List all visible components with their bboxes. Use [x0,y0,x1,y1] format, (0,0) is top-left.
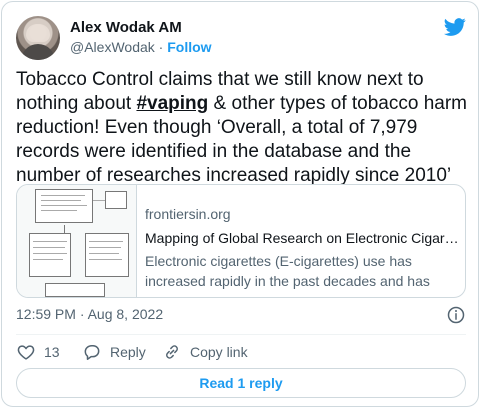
article-thumbnail [17,185,137,297]
divider [16,334,466,335]
link-domain: frontiersin.org [145,206,231,222]
link-preview-card[interactable]: frontiersin.org Mapping of Global Resear… [16,184,466,298]
heart-icon [17,345,35,360]
tweet-header: Alex Wodak AM @AlexWodak · Follow [16,16,466,64]
author-name[interactable]: Alex Wodak AM [70,19,182,36]
info-icon[interactable] [446,305,466,325]
hashtag-vaping-link[interactable]: #vaping [136,93,208,114]
reply-button[interactable]: Reply [82,340,146,364]
read-replies-label: Read 1 reply [199,375,283,391]
tweet-embed-card: Alex Wodak AM @AlexWodak · Follow Tobacc… [1,1,479,407]
separator-dot: · [158,39,164,55]
like-button[interactable]: 13 [16,340,60,364]
link-icon [166,345,178,359]
link-description: Electronic cigarettes (E-cigarettes) use… [145,253,430,289]
author-handle-row: @AlexWodak · Follow [70,39,212,55]
tweet-actions: 13 Reply Copy link [16,340,466,366]
tweet-meta-row: 12:59 PM · Aug 8, 2022 [16,306,466,326]
read-replies-button[interactable]: Read 1 reply [16,368,466,398]
reply-label: Reply [110,344,146,360]
follow-link[interactable]: Follow [167,39,211,55]
reply-bubble-icon [84,345,100,360]
twitter-bird-icon[interactable] [444,16,466,38]
author-handle[interactable]: @AlexWodak [70,39,155,55]
copy-link-label: Copy link [190,344,248,360]
link-preview-info: frontiersin.org Mapping of Global Resear… [145,205,461,291]
link-title: Mapping of Global Research on Electronic… [145,230,461,246]
tweet-text: Tobacco Control claims that we still kno… [16,68,470,188]
avatar[interactable] [16,16,60,60]
copy-link-button[interactable]: Copy link [162,340,248,364]
like-count: 13 [44,344,60,360]
tweet-timestamp[interactable]: 12:59 PM · Aug 8, 2022 [16,306,163,322]
